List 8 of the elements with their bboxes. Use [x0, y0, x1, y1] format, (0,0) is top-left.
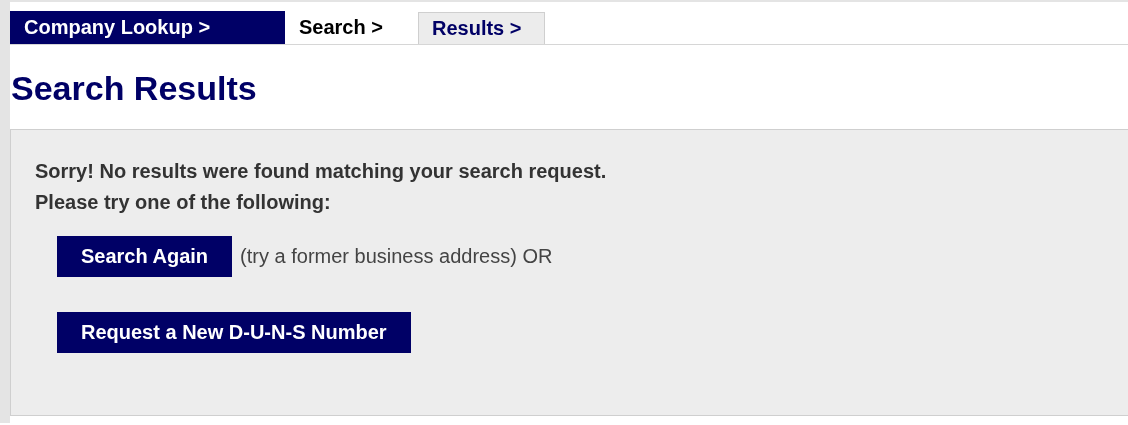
instruction-text: Please try one of the following: [35, 190, 332, 215]
action-button[interactable]: Search Again [57, 236, 233, 277]
breadcrumb-link[interactable]: Company Lookup > [10, 11, 285, 44]
breadcrumb-link[interactable]: Results > [418, 12, 545, 44]
action-button[interactable]: Request a New D-U-N-S Number [57, 312, 411, 353]
hint-text: (try a former business address) OR [240, 245, 553, 268]
no-results-message: Sorry! No results were found matching your search request. [35, 159, 608, 184]
page-title: Search Results [11, 68, 258, 108]
